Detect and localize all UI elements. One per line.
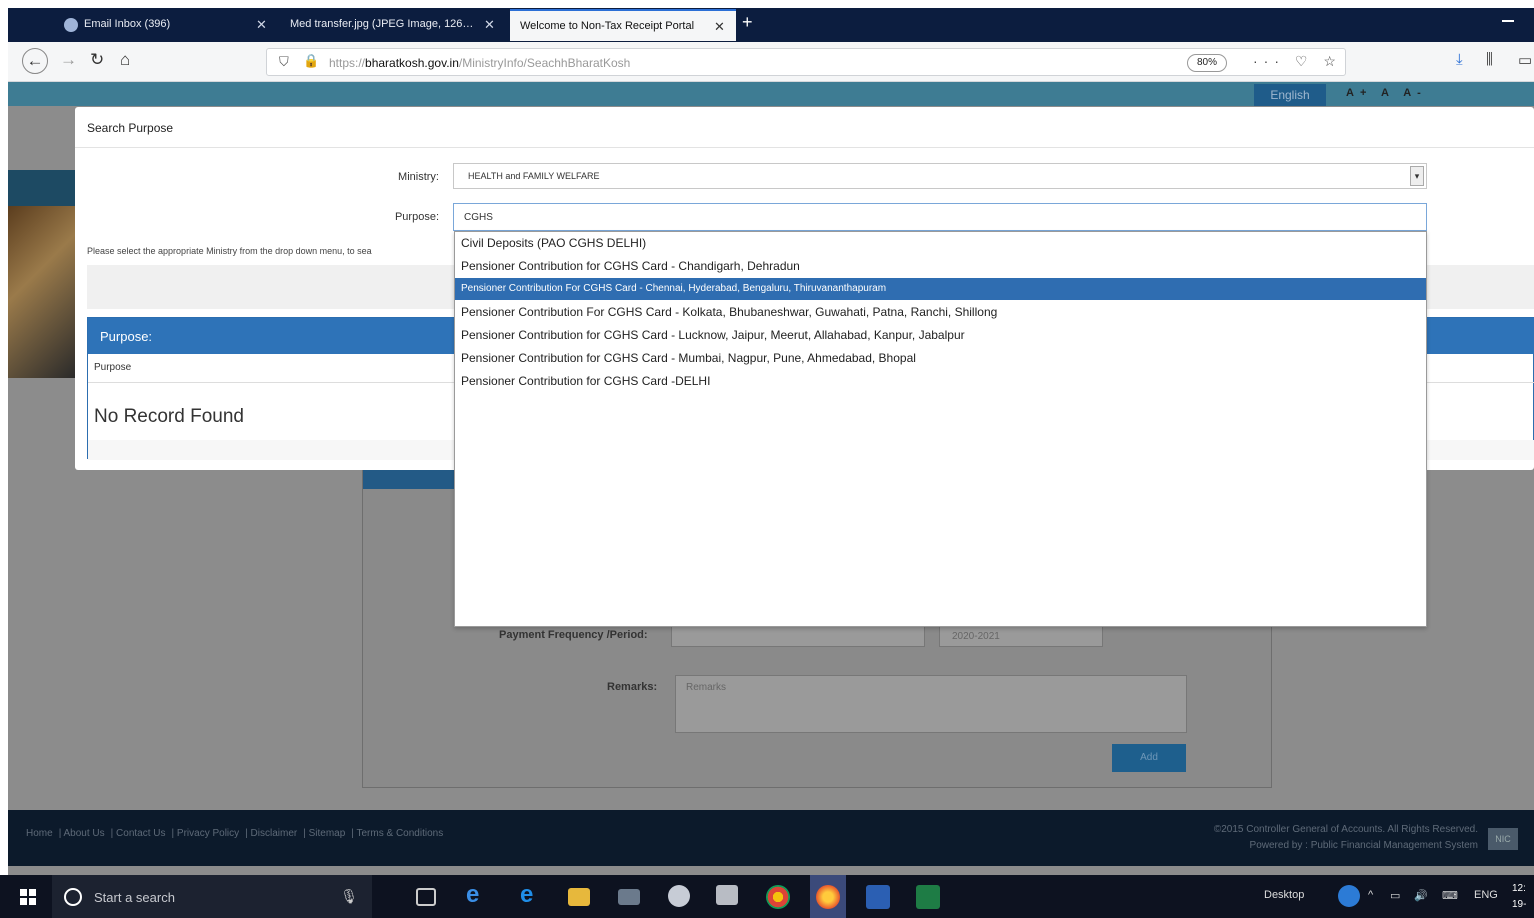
tab-email-inbox[interactable]: Email Inbox (396) ✕ <box>54 9 274 41</box>
ie-icon[interactable]: e <box>466 881 490 908</box>
close-icon[interactable]: ✕ <box>484 17 495 33</box>
minimize-icon[interactable] <box>1502 20 1514 22</box>
ministry-value: HEALTH and FAMILY WELFARE <box>468 171 600 181</box>
excel-icon[interactable] <box>916 885 940 909</box>
app-icon[interactable] <box>668 885 690 907</box>
microphone-icon[interactable]: 🎙 <box>340 888 358 905</box>
footer-link-sitemap[interactable]: Sitemap <box>309 828 346 839</box>
new-tab-button[interactable]: + <box>742 12 753 33</box>
browser-navbar: ← → ↻ ⌂ ⛉ 🔒 https://bharatkosh.gov.in/Mi… <box>8 42 1534 82</box>
footer-link-home[interactable]: Home <box>26 828 53 839</box>
remarks-label: Remarks: <box>607 681 658 693</box>
help-text: Please select the appropriate Ministry f… <box>87 246 372 256</box>
footer-link-terms[interactable]: Terms & Conditions <box>357 828 444 839</box>
back-icon[interactable]: ← <box>22 48 48 74</box>
payment-frequency-field[interactable] <box>671 625 925 647</box>
footer-link-privacy[interactable]: Privacy Policy <box>177 828 239 839</box>
sidebar-icon[interactable]: ▭ <box>1518 51 1532 69</box>
ministry-label: Ministry: <box>398 171 439 183</box>
taskbar-search[interactable]: Start a search 🎙 <box>52 875 372 918</box>
period-select[interactable]: 2020-2021 <box>939 625 1103 647</box>
windows-start-icon[interactable] <box>20 889 36 905</box>
list-item[interactable]: Pensioner Contribution for CGHS Card - M… <box>455 347 1426 369</box>
close-icon[interactable]: ✕ <box>256 17 267 33</box>
payment-frequency-label: Payment Frequency /Period: <box>499 629 648 641</box>
cortana-icon <box>64 888 82 906</box>
volume-icon[interactable]: 🔊 <box>1414 889 1428 902</box>
purpose-autocomplete-list: Civil Deposits (PAO CGHS DELHI) Pensione… <box>454 231 1427 627</box>
browser-tabbar: Email Inbox (396) ✕ Med transfer.jpg (JP… <box>0 0 1534 42</box>
url-text: https://bharatkosh.gov.in/MinistryInfo/S… <box>329 56 631 70</box>
add-button[interactable]: Add <box>1112 744 1186 772</box>
library-icon[interactable]: ⫼ <box>1486 51 1493 68</box>
footer-link-about[interactable]: About Us <box>64 828 105 839</box>
mail-icon <box>64 18 78 32</box>
home-icon[interactable]: ⌂ <box>120 50 130 70</box>
purpose-label: Purpose: <box>394 211 439 223</box>
app-icon[interactable] <box>716 885 738 905</box>
taskbar-search-placeholder: Start a search <box>94 890 175 905</box>
firefox-icon[interactable] <box>816 885 840 909</box>
list-item[interactable]: Pensioner Contribution For CGHS Card - K… <box>455 301 1426 323</box>
nic-logo: NIC <box>1488 828 1518 850</box>
list-item[interactable]: Pensioner Contribution for CGHS Card - L… <box>455 324 1426 346</box>
list-item[interactable]: Pensioner Contribution for CGHS Card -DE… <box>455 370 1426 392</box>
download-icon[interactable]: ⤓ <box>1456 51 1463 68</box>
network-app-icon[interactable] <box>618 889 640 905</box>
site-banner-stripe <box>8 170 75 206</box>
page-actions-icons[interactable]: ··· ♡ ☆ <box>1253 53 1342 70</box>
desktop-toolbar[interactable]: Desktop <box>1264 889 1304 901</box>
site-top-strip: English A+ A A- <box>8 82 1534 106</box>
footer-links: Home | About Us | Contact Us | Privacy Poli… <box>26 828 444 839</box>
lock-icon: 🔒 <box>303 53 320 68</box>
modal-title: Search Purpose <box>87 121 174 135</box>
ministry-select[interactable]: HEALTH and FAMILY WELFARE ▾ <box>453 163 1427 189</box>
list-item[interactable]: Civil Deposits (PAO CGHS DELHI) <box>455 232 1426 254</box>
chrome-icon[interactable] <box>766 885 790 909</box>
site-footer: Home | About Us | Contact Us | Privacy Poli… <box>8 810 1534 866</box>
forward-icon[interactable]: → <box>60 50 77 70</box>
list-item-selected[interactable]: Pensioner Contribution For CGHS Card - C… <box>455 278 1426 300</box>
chevron-up-icon[interactable]: ^ <box>1368 889 1373 901</box>
windows-taskbar: Start a search 🎙 e e Desktop ^ ▭ 🔊 ⌨ ENG… <box>0 875 1534 918</box>
edge-icon[interactable]: e <box>520 881 544 908</box>
zoom-badge[interactable]: 80% <box>1187 54 1227 72</box>
language-selector[interactable]: English <box>1254 84 1326 106</box>
tab-portal[interactable]: Welcome to Non-Tax Receipt Portal ✕ <box>510 9 736 41</box>
reload-icon[interactable]: ↻ <box>90 50 104 70</box>
list-item[interactable]: Pensioner Contribution for CGHS Card - C… <box>455 255 1426 277</box>
chevron-down-icon[interactable]: ▾ <box>1410 166 1424 186</box>
site-banner-image <box>8 206 75 378</box>
close-icon[interactable]: ✕ <box>714 19 725 35</box>
address-bar[interactable]: ⛉ 🔒 https://bharatkosh.gov.in/MinistryIn… <box>266 48 1346 76</box>
footer-copyright: ©2015 Controller General of Accounts. Al… <box>1213 824 1478 851</box>
column-header-purpose: Purpose <box>94 362 132 373</box>
system-clock[interactable]: 12: 19- <box>1512 881 1526 913</box>
shield-icon: ⛉ <box>279 54 289 69</box>
remarks-textarea[interactable]: Remarks <box>675 675 1187 733</box>
purpose-search-input[interactable] <box>453 203 1427 231</box>
font-size-controls[interactable]: A+ A A- <box>1346 87 1427 99</box>
footer-link-contact[interactable]: Contact Us <box>116 828 165 839</box>
empty-message: No Record Found <box>94 406 244 427</box>
tab-med-transfer[interactable]: Med transfer.jpg (JPEG Image, 126… ✕ <box>276 9 504 41</box>
file-explorer-icon[interactable] <box>568 888 590 906</box>
keyboard-icon[interactable]: ⌨ <box>1442 889 1458 902</box>
footer-link-disclaimer[interactable]: Disclaimer <box>251 828 298 839</box>
language-indicator[interactable]: ENG <box>1474 889 1498 901</box>
help-icon[interactable] <box>1338 885 1360 907</box>
task-view-icon[interactable] <box>416 888 436 906</box>
modal-divider <box>75 147 1534 148</box>
network-icon[interactable]: ▭ <box>1390 889 1400 902</box>
word-icon[interactable] <box>866 885 890 909</box>
